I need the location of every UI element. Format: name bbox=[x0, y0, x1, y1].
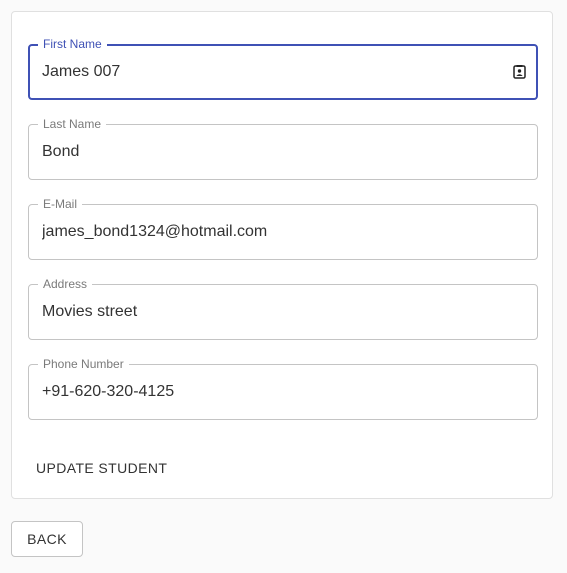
contact-card-icon[interactable] bbox=[513, 65, 526, 79]
email-input[interactable] bbox=[42, 205, 497, 259]
last-name-field[interactable]: Last Name bbox=[28, 117, 538, 180]
student-form-card: First Name Last Name E-Mail Address Phon… bbox=[11, 11, 553, 499]
phone-number-field[interactable]: Phone Number bbox=[28, 357, 538, 420]
address-input[interactable] bbox=[42, 285, 497, 339]
first-name-field[interactable]: First Name bbox=[28, 37, 538, 100]
first-name-input[interactable] bbox=[42, 46, 496, 98]
back-button[interactable]: BACK bbox=[11, 521, 83, 557]
update-student-button[interactable]: UPDATE STUDENT bbox=[28, 450, 175, 486]
last-name-input[interactable] bbox=[42, 125, 497, 179]
address-field[interactable]: Address bbox=[28, 277, 538, 340]
email-field[interactable]: E-Mail bbox=[28, 197, 538, 260]
phone-number-input[interactable] bbox=[42, 365, 497, 419]
